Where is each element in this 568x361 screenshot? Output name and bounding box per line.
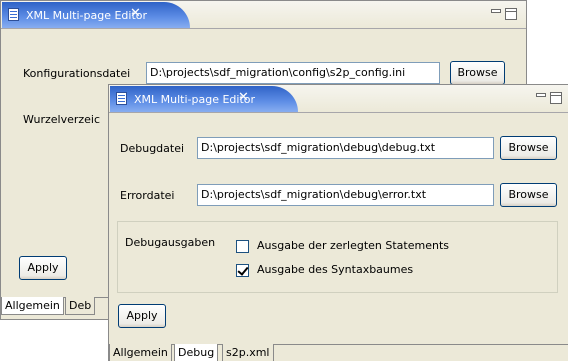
maximize-icon[interactable] — [550, 92, 562, 104]
front-editor-tab[interactable]: XML Multi-page Editor ✕ — [110, 86, 298, 112]
minimize-icon[interactable] — [491, 9, 501, 13]
front-editor-tab-title: XML Multi-page Editor — [134, 93, 256, 106]
front-editor-page-tabs: Allgemein Debug s2p.xml — [109, 344, 568, 361]
checkbox-statements[interactable] — [236, 240, 249, 253]
debug-output-label: Debugausgaben — [125, 236, 216, 249]
error-browse-button[interactable]: Browse — [500, 183, 557, 207]
back-editor-tab[interactable]: XML Multi-page Editor ✕ — [2, 2, 190, 28]
config-file-input[interactable]: D:\projects\sdf_migration\config\s2p_con… — [146, 62, 440, 84]
debug-browse-button[interactable]: Browse — [500, 136, 557, 160]
root-dir-label: Wurzelverzeic — [23, 113, 101, 126]
config-file-label: Konfigurationsdatei — [23, 67, 131, 80]
debug-output-group: Debugausgaben Ausgabe der zerlegten Stat… — [117, 221, 558, 293]
back-editor-tab-title: XML Multi-page Editor — [26, 9, 148, 22]
front-editor-titlebar: XML Multi-page Editor ✕ — [109, 85, 568, 113]
screen: XML Multi-page Editor ✕ Konfigurationsda… — [0, 0, 568, 361]
front-window-controls — [536, 92, 564, 104]
back-editor-titlebar: XML Multi-page Editor ✕ — [1, 1, 526, 29]
tab-debug[interactable]: Debug — [174, 344, 219, 361]
tab-s2p-xml[interactable]: s2p.xml — [222, 344, 274, 361]
minimize-icon[interactable] — [536, 93, 546, 97]
back-window-controls — [491, 8, 519, 20]
config-browse-button[interactable]: Browse — [450, 61, 505, 85]
checkmark-icon — [237, 264, 249, 276]
maximize-icon[interactable] — [505, 8, 517, 20]
back-apply-button[interactable]: Apply — [19, 256, 67, 280]
tab-allgemein[interactable]: Allgemein — [109, 344, 172, 361]
front-editor-window: XML Multi-page Editor ✕ Debugdatei D:\pr… — [108, 84, 568, 361]
checkbox-syntax-tree-label[interactable]: Ausgabe des Syntaxbaumes — [257, 263, 413, 276]
xml-file-icon — [8, 8, 19, 21]
close-icon[interactable]: ✕ — [130, 6, 141, 21]
checkbox-statements-label[interactable]: Ausgabe der zerlegten Statements — [257, 239, 449, 252]
front-apply-button[interactable]: Apply — [118, 304, 166, 328]
debug-file-input[interactable]: D:\projects\sdf_migration\debug\debug.tx… — [197, 137, 494, 159]
tab-debug[interactable]: Deb — [65, 297, 96, 315]
tab-allgemein[interactable]: Allgemein — [1, 297, 64, 315]
xml-file-icon — [116, 92, 127, 105]
checkbox-syntax-tree[interactable] — [236, 264, 249, 277]
close-icon[interactable]: ✕ — [238, 90, 249, 105]
error-file-input[interactable]: D:\projects\sdf_migration\debug\error.tx… — [197, 184, 494, 206]
debug-file-label: Debugdatei — [120, 142, 185, 155]
error-file-label: Errordatei — [120, 189, 175, 202]
